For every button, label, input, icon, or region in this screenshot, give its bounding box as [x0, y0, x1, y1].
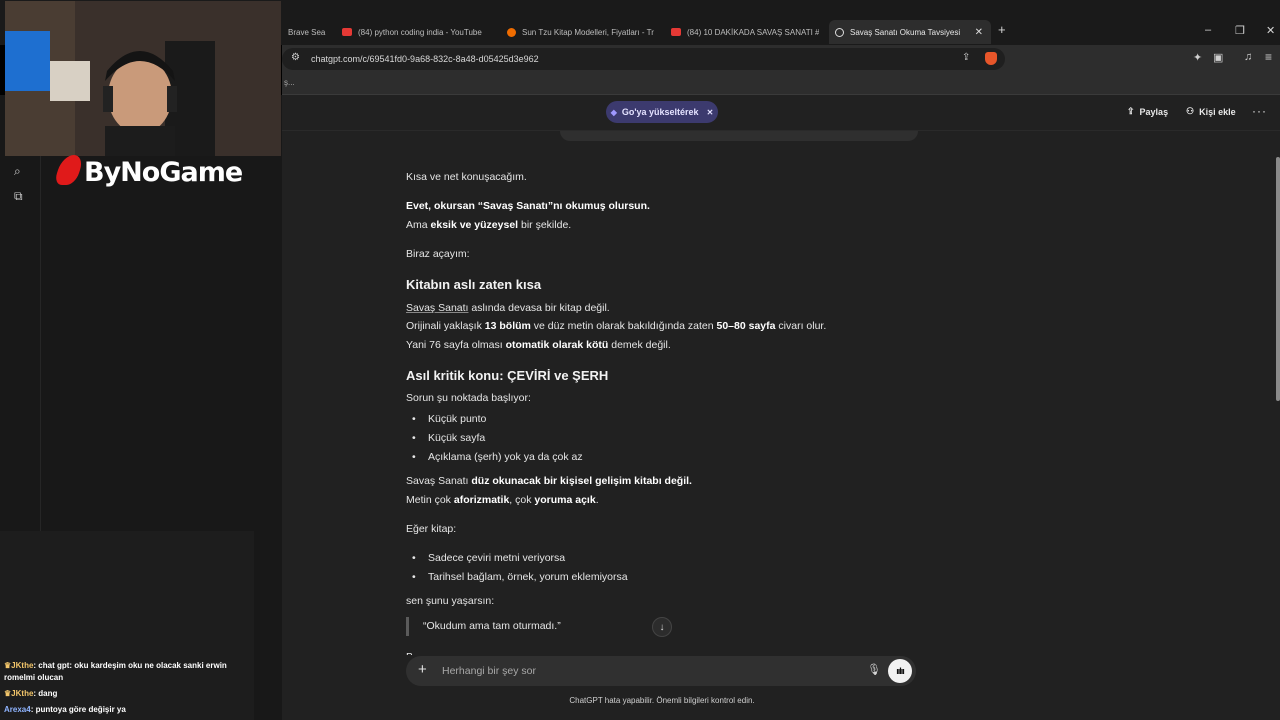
inline-link[interactable]: Savaş Sanatı	[406, 302, 468, 314]
address-bar: ⚙ chatgpt.com/c/69541fd0-9a68-832c-8a48-…	[282, 45, 1280, 73]
scroll-to-bottom-button[interactable]: ↓	[652, 617, 672, 637]
waveform-icon: ıılıı	[896, 666, 904, 676]
wallet-icon[interactable]: ▣	[1213, 51, 1223, 64]
paragraph: Evet, okursan “Savaş Sanatı”nı okumuş ol…	[406, 200, 650, 212]
share-page-icon[interactable]: ⇪	[962, 52, 970, 63]
chat-text: puntoya göre değişir ya	[35, 705, 126, 714]
tab-label: Brave Sea	[288, 27, 326, 37]
paragraph: Orijinali yaklaşık 13 bölüm ve düz metin…	[406, 320, 827, 332]
section-heading: Kitabın aslı zaten kısa	[406, 277, 542, 292]
disclaimer-text: ChatGPT hata yapabilir. Önemli bilgileri…	[569, 696, 755, 705]
list-item: Küçük punto	[406, 410, 583, 429]
tab-label: (84) python coding india - YouTube	[358, 27, 482, 37]
shop-icon	[507, 27, 516, 37]
chat-message: Arexa4: puntoya göre değişir ya	[4, 705, 126, 714]
chat-text: chat gpt: oku kardeşim oku ne olacak san…	[4, 661, 227, 682]
tab-label: Sun Tzu Kitap Modelleri, Fiyatları - Tr	[522, 27, 654, 37]
previous-user-message	[560, 131, 918, 141]
new-tab-icon[interactable]: +	[998, 22, 1006, 37]
site-settings-icon[interactable]: ⚙	[291, 52, 300, 63]
blockquote: “Okudum ama tam oturmadı.”	[406, 617, 561, 636]
bullet-list: Sadece çeviri metni veriyorsa Tarihsel b…	[406, 549, 628, 587]
list-item: Tarihsel bağlam, örnek, yorum eklemiyors…	[406, 568, 628, 587]
chat-username: JKthe	[11, 689, 34, 698]
sparkle-icon: ◆	[610, 107, 617, 117]
paragraph: Ama eksik ve yüzeysel bir şekilde.	[406, 219, 572, 231]
webcam-overlay	[5, 1, 281, 156]
upgrade-label: Go'ya yükseltérek	[621, 107, 699, 117]
list-item: Sadece çeviri metni veriyorsa	[406, 549, 628, 568]
chat-message: ♛JKthe: dang	[4, 689, 58, 698]
bookmarks-bar: ş...	[282, 73, 1280, 95]
voice-mode-button[interactable]: ıılıı	[888, 659, 912, 683]
chatgpt-icon	[835, 27, 844, 37]
add-person-icon: ⚇	[1186, 106, 1195, 116]
paragraph: Kısa ve net konuşacağım.	[406, 171, 527, 183]
close-tab-icon[interactable]: ✕	[975, 27, 983, 38]
scrollbar-thumb[interactable]	[1276, 157, 1280, 401]
prompt-input[interactable]	[442, 660, 842, 682]
section-heading: Asıl kritik konu: ÇEVİRİ ve ŞERH	[406, 368, 609, 383]
paragraph: Savaş Sanatı düz okunacak bir kişisel ge…	[406, 475, 692, 487]
chat-username: Arexa4	[4, 705, 31, 714]
media-icon[interactable]: ♫	[1244, 51, 1252, 63]
url-field[interactable]: ⚙ chatgpt.com/c/69541fd0-9a68-832c-8a48-…	[282, 48, 1005, 70]
tab-brave-search[interactable]: Brave Sea	[288, 20, 332, 44]
paragraph: Savaş Sanatı aslında devasa bir kitap de…	[406, 302, 610, 314]
bookmark-item[interactable]: ş...	[284, 78, 295, 87]
youtube-icon	[671, 28, 681, 36]
library-icon[interactable]: ⧉	[14, 189, 23, 204]
microphone-icon[interactable]: 🎙︎	[867, 663, 881, 676]
paragraph: Metin çok aforizmatik, çok yoruma açık.	[406, 494, 599, 506]
youtube-icon	[342, 28, 352, 36]
tab-youtube-python[interactable]: (84) python coding india - YouTube	[342, 20, 494, 44]
bynogame-logo: ByNoGame	[53, 155, 243, 191]
tab-sun-tzu-shop[interactable]: Sun Tzu Kitap Modelleri, Fiyatları - Tr	[507, 20, 655, 44]
chat-text: dang	[38, 689, 58, 698]
upgrade-button[interactable]: ◆ Go'ya yükseltérek ✕	[606, 101, 718, 123]
share-button[interactable]: ⇪ Paylaş	[1127, 106, 1168, 117]
chat-username: JKthe	[11, 661, 34, 670]
bullet-list: Küçük punto Küçük sayfa Açıklama (şerh) …	[406, 410, 583, 467]
tab-youtube-savas-sanati[interactable]: (84) 10 DAKİKADA SAVAŞ SANATI #1	[671, 20, 819, 44]
list-item: Küçük sayfa	[406, 429, 583, 448]
restore-icon[interactable]: ❐	[1235, 24, 1245, 37]
more-options-icon[interactable]: ···	[1252, 104, 1267, 118]
cutoff-text: B	[406, 648, 413, 655]
stream-chat-overlay: ♛JKthe: chat gpt: oku kardeşim oku ne ol…	[0, 531, 254, 720]
paragraph: Yani 76 sayfa olması otomatik olarak köt…	[406, 339, 671, 351]
chat-message: ♛JKthe: chat gpt: oku kardeşim oku ne ol…	[4, 661, 227, 682]
logo-mark-icon	[53, 155, 85, 185]
share-label: Paylaş	[1139, 106, 1169, 117]
message-composer: + 🎙︎ ıılıı	[406, 656, 916, 686]
paragraph: Biraz açayım:	[406, 248, 470, 260]
share-icon: ⇪	[1127, 106, 1135, 116]
webcam-image	[5, 1, 281, 156]
tab-label: Savaş Sanatı Okuma Tavsiyesi	[850, 27, 961, 37]
add-person-button[interactable]: ⚇ Kişi ekle	[1186, 106, 1236, 117]
extensions-icon[interactable]: ✦	[1193, 51, 1202, 64]
close-icon[interactable]: ✕	[707, 108, 714, 117]
chat-topbar: ◆ Go'ya yükseltérek ✕ ⇪ Paylaş ⚇ Kişi ek…	[282, 95, 1280, 131]
url-text: chatgpt.com/c/69541fd0-9a68-832c-8a48-d0…	[311, 54, 539, 64]
close-window-icon[interactable]: ✕	[1266, 24, 1275, 37]
arrow-down-icon: ↓	[659, 621, 665, 633]
add-attachment-icon[interactable]: +	[418, 661, 427, 678]
tab-chatgpt-active[interactable]: Savaş Sanatı Okuma Tavsiyesi ✕	[829, 20, 991, 44]
paragraph: Sorun şu noktada başlıyor:	[406, 392, 531, 404]
add-person-label: Kişi ekle	[1199, 106, 1236, 117]
logo-text: ByNoGame	[84, 157, 243, 188]
paragraph: sen şunu yaşarsın:	[406, 595, 495, 607]
menu-icon[interactable]: ≡	[1265, 50, 1272, 64]
paragraph: Eğer kitap:	[406, 523, 457, 535]
minimize-icon[interactable]: –	[1205, 24, 1211, 36]
search-icon[interactable]: ⌕	[14, 164, 21, 179]
brave-shields-icon[interactable]	[985, 52, 997, 65]
tab-label: (84) 10 DAKİKADA SAVAŞ SANATI #1	[687, 27, 819, 37]
list-item: Açıklama (şerh) yok ya da çok az	[406, 448, 583, 467]
